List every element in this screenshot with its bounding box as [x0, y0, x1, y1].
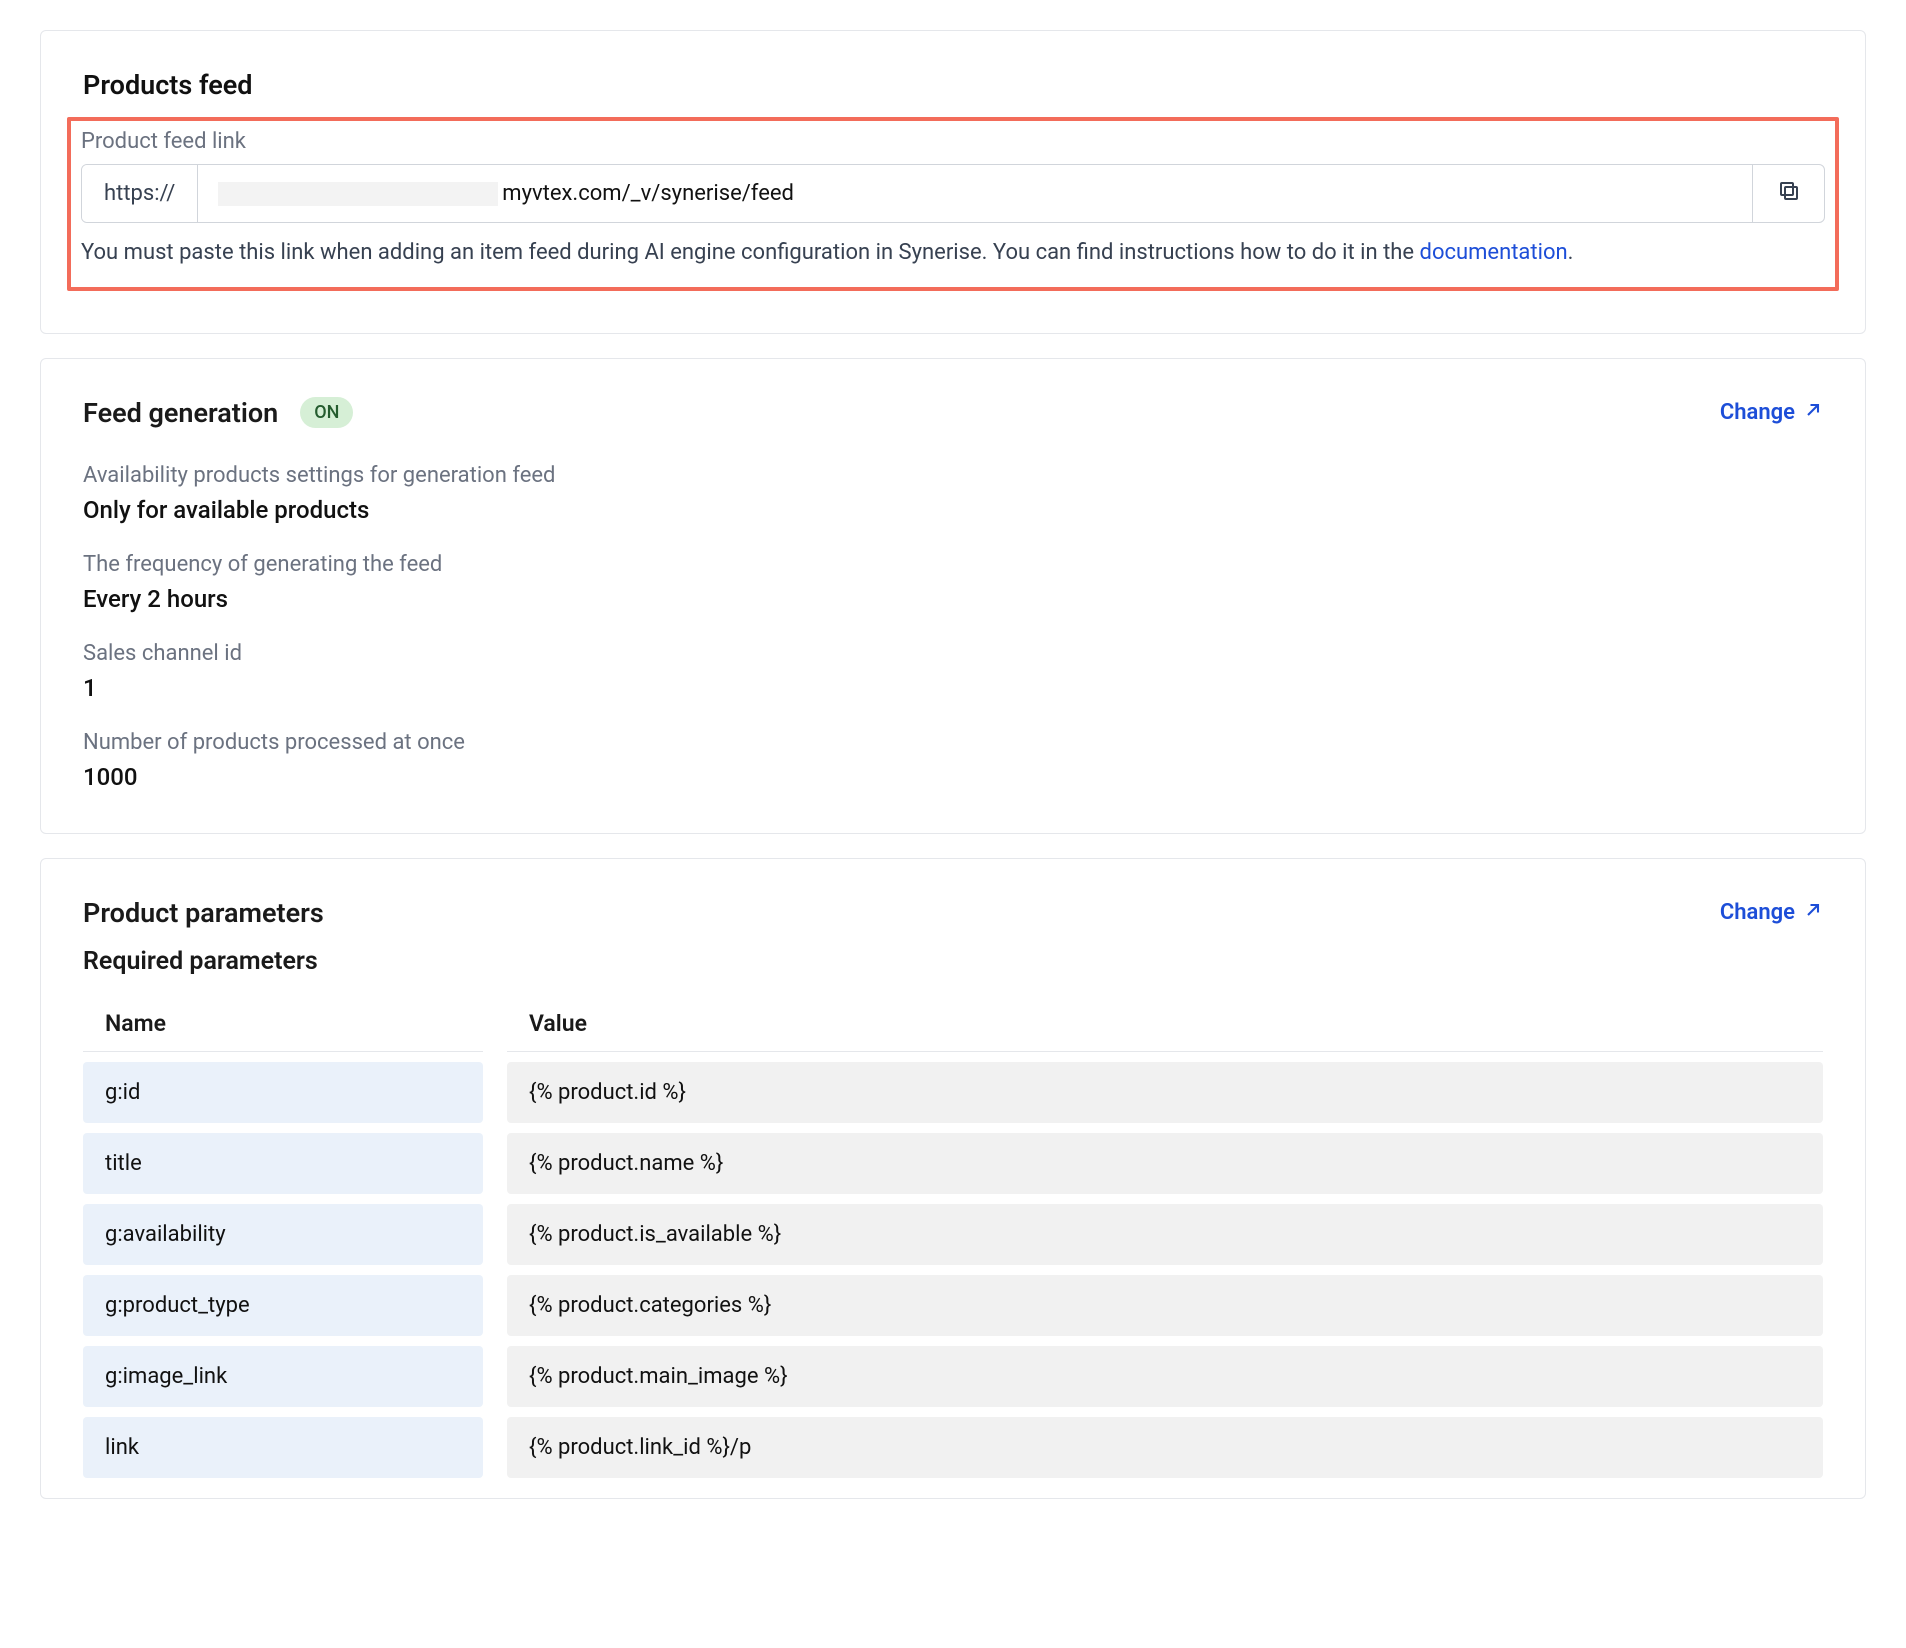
param-value-cell: {% product.link_id %}/p	[507, 1417, 1823, 1478]
sales-channel-value: 1	[83, 674, 1823, 702]
param-value-cell: {% product.is_available %}	[507, 1204, 1823, 1265]
products-feed-title: Products feed	[83, 69, 1823, 101]
param-name-cell: g:image_link	[83, 1346, 483, 1407]
param-name-cell: link	[83, 1417, 483, 1478]
product-parameters-title: Product parameters	[83, 897, 324, 929]
required-parameters-heading: Required parameters	[83, 947, 1823, 976]
value-column-header: Value	[507, 1000, 1823, 1052]
feed-generation-title: Feed generation	[83, 397, 278, 429]
name-column-header: Name	[83, 1000, 483, 1052]
product-feed-hint: You must paste this link when adding an …	[81, 237, 1825, 269]
products-feed-card: Products feed Product feed link https://…	[40, 30, 1866, 334]
documentation-link[interactable]: documentation	[1420, 240, 1568, 265]
feed-generation-card: Feed generation ON Change Availability p…	[40, 358, 1866, 834]
feed-generation-change-button[interactable]: Change	[1720, 400, 1823, 426]
product-parameters-card: Product parameters Change Required param…	[40, 858, 1866, 1499]
copy-button[interactable]	[1752, 165, 1824, 222]
availability-label: Availability products settings for gener…	[83, 463, 1823, 488]
batch-size-value: 1000	[83, 763, 1823, 791]
param-value-cell: {% product.categories %}	[507, 1275, 1823, 1336]
availability-value: Only for available products	[83, 496, 1823, 524]
feed-generation-status-badge: ON	[300, 397, 353, 428]
param-name-cell: g:availability	[83, 1204, 483, 1265]
product-feed-url-input[interactable]: myvtex.com/_v/synerise/feed	[198, 165, 1752, 222]
param-value-cell: {% product.id %}	[507, 1062, 1823, 1123]
product-feed-link-input-row: https:// myvtex.com/_v/synerise/feed	[81, 164, 1825, 223]
param-name-cell: g:id	[83, 1062, 483, 1123]
param-name-cell: g:product_type	[83, 1275, 483, 1336]
frequency-label: The frequency of generating the feed	[83, 552, 1823, 577]
sales-channel-label: Sales channel id	[83, 641, 1823, 666]
arrow-up-right-icon	[1803, 400, 1823, 426]
product-feed-link-label: Product feed link	[81, 129, 1825, 154]
param-name-cell: title	[83, 1133, 483, 1194]
url-prefix: https://	[82, 165, 198, 222]
copy-icon	[1777, 179, 1801, 209]
param-value-cell: {% product.main_image %}	[507, 1346, 1823, 1407]
product-feed-link-highlight: Product feed link https:// myvtex.com/_v…	[67, 117, 1839, 291]
arrow-up-right-icon	[1803, 900, 1823, 926]
frequency-value: Every 2 hours	[83, 585, 1823, 613]
batch-size-label: Number of products processed at once	[83, 730, 1823, 755]
product-parameters-change-button[interactable]: Change	[1720, 900, 1823, 926]
url-suffix: myvtex.com/_v/synerise/feed	[502, 181, 794, 206]
param-value-cell: {% product.name %}	[507, 1133, 1823, 1194]
required-parameters-table: Name g:id title g:availability g:product_ty…	[83, 1000, 1823, 1478]
redacted-domain	[218, 182, 498, 206]
